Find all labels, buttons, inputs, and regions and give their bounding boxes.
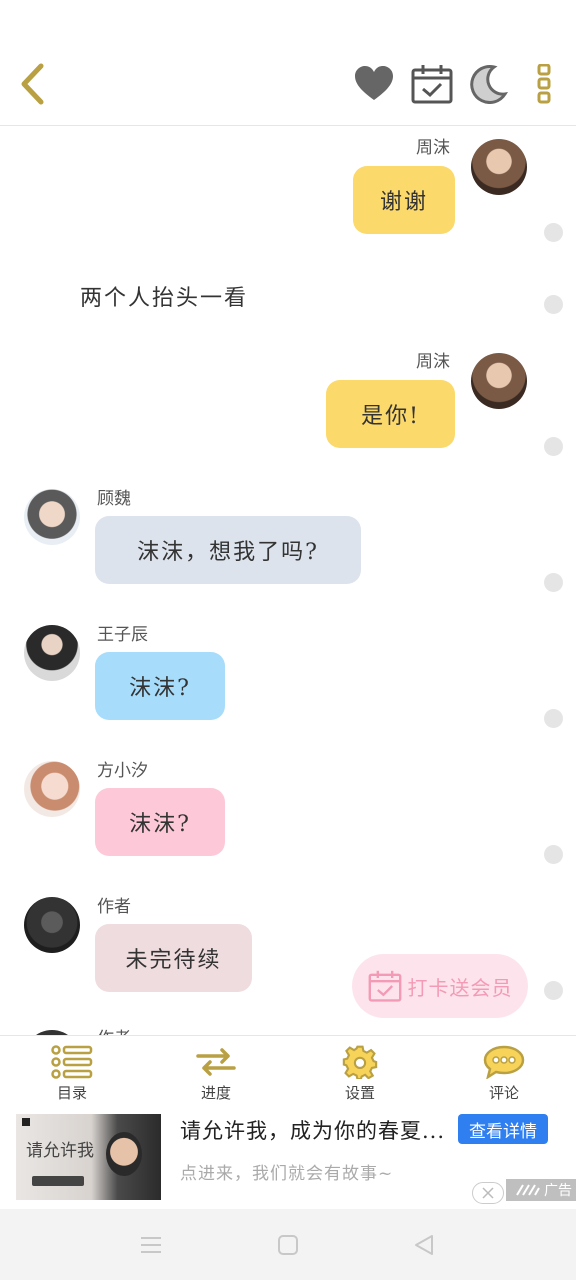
comment-icon: [483, 1045, 525, 1079]
sender-name: 作者: [97, 897, 131, 917]
more-button[interactable]: [522, 62, 566, 106]
nav-catalog[interactable]: 目录: [0, 1036, 144, 1107]
avatar[interactable]: [24, 897, 80, 953]
ad-image-text: 请允许我: [26, 1141, 94, 1161]
nav-settings[interactable]: 设置: [288, 1036, 432, 1107]
nav-progress[interactable]: 进度: [144, 1036, 288, 1107]
swap-arrows-icon: [196, 1048, 236, 1076]
paragraph-comment-dot[interactable]: [544, 981, 563, 1000]
favorite-button[interactable]: [352, 62, 396, 106]
avatar[interactable]: [24, 761, 80, 817]
sender-name: 王子辰: [97, 625, 148, 645]
avatar[interactable]: [471, 139, 527, 195]
paragraph-comment-dot[interactable]: [544, 295, 563, 314]
night-mode-button[interactable]: [466, 62, 510, 106]
reader-bottom-nav: 目录 进度 设置 评论: [0, 1035, 576, 1107]
nav-label: 评论: [488, 1084, 519, 1102]
paragraph-comment-dot[interactable]: [544, 845, 563, 864]
checkin-reward-badge[interactable]: 打卡送会员: [352, 954, 528, 1018]
more-vertical-icon: [537, 64, 551, 104]
avatar[interactable]: [24, 489, 80, 545]
ad-image[interactable]: 请允许我: [16, 1114, 161, 1200]
sender-name: 顾魏: [97, 489, 131, 509]
message-bubble[interactable]: 沫沫?: [95, 788, 225, 856]
system-nav-bar: [0, 1209, 576, 1280]
calendar-check-icon: [411, 65, 453, 104]
sender-name: 方小汐: [97, 761, 148, 781]
sender-name: 作者: [97, 1024, 131, 1035]
ad-image-banner: [32, 1176, 84, 1186]
message-bubble[interactable]: 未完待续: [95, 924, 252, 992]
avatar[interactable]: [471, 353, 527, 409]
ad-subtitle: 点进来，我们就会有故事~: [180, 1164, 394, 1184]
chat-area[interactable]: 周沫 谢谢 两个人抬头一看 周沫 是你! 顾魏 沫沫，想我了吗? 王子辰 沫沫?…: [0, 127, 576, 1035]
back-triangle-icon: [415, 1235, 433, 1255]
ad-tag-label: 广告: [544, 1183, 572, 1199]
gear-icon: [342, 1045, 378, 1079]
top-bar: [0, 0, 576, 126]
narration-text: 两个人抬头一看: [80, 286, 249, 311]
nav-comments[interactable]: 评论: [432, 1036, 576, 1107]
message-bubble[interactable]: 沫沫，想我了吗?: [95, 516, 361, 584]
ad-tag: 广告: [506, 1179, 576, 1201]
paragraph-comment-dot[interactable]: [544, 437, 563, 456]
nav-label: 目录: [56, 1084, 87, 1102]
home-square-icon: [278, 1235, 298, 1255]
ad-person-image: [106, 1132, 142, 1176]
nav-label: 进度: [200, 1084, 231, 1102]
message-bubble[interactable]: 谢谢: [353, 166, 455, 234]
ad-close-button[interactable]: [472, 1182, 504, 1204]
sender-name: 周沫: [416, 138, 450, 158]
list-icon: [51, 1045, 93, 1079]
ad-view-details-button[interactable]: 查看详情: [458, 1114, 548, 1144]
sender-name: 周沫: [416, 352, 450, 372]
checkin-calendar-button[interactable]: [410, 62, 454, 106]
message-bubble[interactable]: 是你!: [326, 380, 455, 448]
paragraph-comment-dot[interactable]: [544, 709, 563, 728]
calendar-check-icon: [368, 970, 401, 1002]
moon-icon: [470, 65, 508, 104]
heart-icon: [355, 66, 393, 100]
menu-icon: [141, 1237, 161, 1253]
nav-label: 设置: [344, 1084, 375, 1102]
avatar[interactable]: [24, 625, 80, 681]
checkin-label: 打卡送会员: [407, 975, 513, 1000]
ad-network-logo-icon: [516, 1184, 540, 1196]
system-menu-button[interactable]: [137, 1231, 165, 1259]
ad-title[interactable]: 请允许我，成为你的春夏...: [180, 1115, 445, 1145]
message-bubble[interactable]: 沫沫?: [95, 652, 225, 720]
app-logo-icon: [22, 1118, 30, 1126]
ad-banner[interactable]: 请允许我 请允许我，成为你的春夏... 查看详情 点进来，我们就会有故事~ 广告: [0, 1107, 576, 1209]
close-icon: [482, 1187, 494, 1199]
paragraph-comment-dot[interactable]: [544, 573, 563, 592]
back-button[interactable]: [10, 62, 54, 106]
system-home-button[interactable]: [274, 1231, 302, 1259]
chevron-left-icon: [21, 63, 44, 105]
paragraph-comment-dot[interactable]: [544, 223, 563, 242]
system-back-button[interactable]: [410, 1231, 438, 1259]
